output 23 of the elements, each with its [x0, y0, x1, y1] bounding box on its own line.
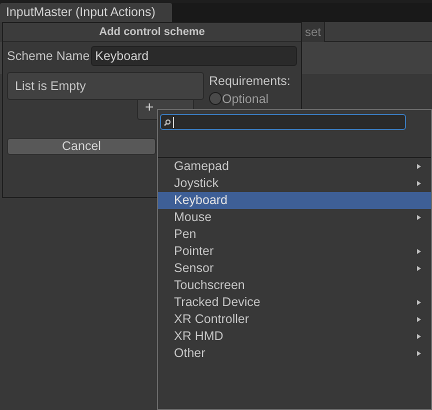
menu-item[interactable]: Pointer — [158, 243, 431, 260]
dialog-title: Add control scheme — [3, 23, 301, 42]
menu-item[interactable]: Keyboard — [158, 192, 431, 209]
menu-item[interactable]: XR HMD — [158, 328, 431, 345]
add-button[interactable]: + — [145, 100, 154, 115]
menu-item[interactable]: Mouse — [158, 209, 431, 226]
menu-item[interactable]: Joystick — [158, 175, 431, 192]
search-icon — [164, 118, 171, 126]
menu-item[interactable]: Other — [158, 345, 431, 362]
field-label: Scheme Name — [7, 48, 90, 65]
menu-item[interactable]: Tracked Device — [158, 294, 431, 311]
search-field[interactable] — [160, 114, 406, 130]
menu-item[interactable]: Pen — [158, 226, 431, 243]
menu-item[interactable]: XR Controller — [158, 311, 431, 328]
requirements-label: Requirements: — [209, 73, 290, 90]
device-list: List is Empty — [7, 72, 204, 100]
menu-item[interactable]: Gamepad — [158, 158, 431, 175]
radio-label: Optional — [222, 92, 269, 106]
menu-item[interactable]: Touchscreen — [158, 277, 431, 294]
cancel-button[interactable]: Cancel — [7, 138, 156, 155]
scheme-name-field[interactable]: Keyboard — [91, 46, 297, 66]
menu-item[interactable]: Sensor — [158, 260, 431, 277]
optional-radio[interactable] — [209, 92, 222, 106]
